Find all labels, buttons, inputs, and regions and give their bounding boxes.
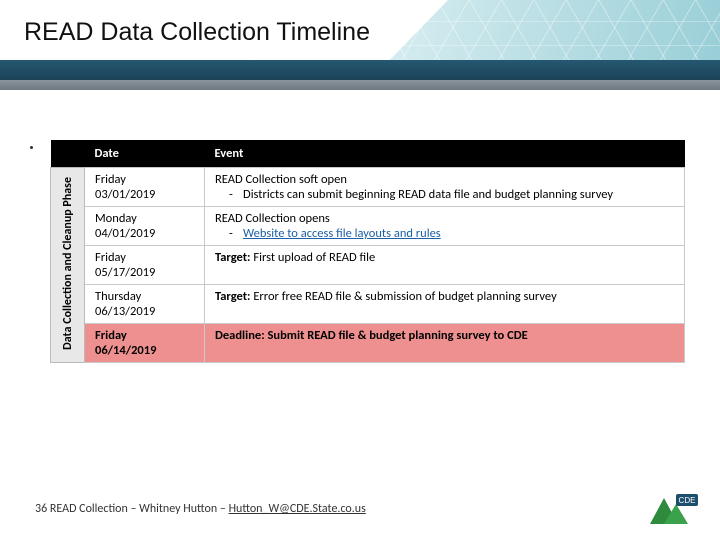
event-cell: Target: First upload of READ file <box>205 246 685 285</box>
deadline-text: Submit READ file & budget planning surve… <box>265 328 528 343</box>
table-row: Thursday 06/13/2019 Target: Error free R… <box>51 285 685 324</box>
row-day: Friday <box>95 172 194 187</box>
date-cell: Thursday 06/13/2019 <box>85 285 205 324</box>
table-header-row: Date Event <box>51 140 685 168</box>
timeline-container: Date Event Data Collection and Cleanup P… <box>50 140 688 363</box>
timeline-table: Date Event Data Collection and Cleanup P… <box>50 140 685 363</box>
table-row: Monday 04/01/2019 READ Collection opens … <box>51 207 685 246</box>
target-text: First upload of READ file <box>251 250 376 265</box>
cde-badge-text: CDE <box>679 496 696 505</box>
phase-label: Data Collection and Cleanup Phase <box>59 169 77 358</box>
event-cell: Deadline: Submit READ file & budget plan… <box>205 324 685 363</box>
col-event: Event <box>205 140 685 168</box>
file-layouts-link[interactable]: Website to access file layouts and rules <box>243 226 441 241</box>
header-bar-dark <box>0 60 720 80</box>
header-bar-gray <box>0 80 720 90</box>
page-title: READ Data Collection Timeline <box>24 18 370 47</box>
col-date: Date <box>85 140 205 168</box>
row-date: 03/01/2019 <box>95 187 194 202</box>
row-day: Thursday <box>95 289 194 304</box>
row-date: 06/14/2019 <box>95 343 194 358</box>
row-day: Friday <box>95 250 194 265</box>
deadline-label: Deadline: <box>215 328 265 343</box>
row-date: 06/13/2019 <box>95 304 194 319</box>
event-subline: Website to access file layouts and rules <box>215 226 674 241</box>
date-cell: Friday 05/17/2019 <box>85 246 205 285</box>
table-row-deadline: Friday 06/14/2019 Deadline: Submit READ … <box>51 324 685 363</box>
mountain-icon: CDE <box>642 490 700 528</box>
footer-author: READ Collection – Whitney Hutton – <box>47 502 228 516</box>
page-number: 36 <box>35 502 47 516</box>
date-cell: Friday 06/14/2019 <box>85 324 205 363</box>
target-label: Target: <box>215 250 251 265</box>
footer-email-link[interactable]: Hutton_W@CDE.State.co.us <box>229 502 366 516</box>
event-cell: Target: Error free READ file & submissio… <box>205 285 685 324</box>
event-subline: Districts can submit beginning READ data… <box>215 187 674 202</box>
target-label: Target: <box>215 289 251 304</box>
row-date: 04/01/2019 <box>95 226 194 241</box>
phase-cell: Data Collection and Cleanup Phase <box>51 168 85 363</box>
row-date: 05/17/2019 <box>95 265 194 280</box>
phase-header-spacer <box>51 140 85 168</box>
bullet-dot <box>30 146 33 149</box>
cde-logo: CDE <box>642 490 700 528</box>
row-day: Friday <box>95 328 194 343</box>
date-cell: Friday 03/01/2019 <box>85 168 205 207</box>
event-cell: READ Collection soft open Districts can … <box>205 168 685 207</box>
footer: 36 READ Collection – Whitney Hutton – Hu… <box>35 494 700 524</box>
event-headline: READ Collection opens <box>215 211 330 226</box>
footer-text: 36 READ Collection – Whitney Hutton – Hu… <box>35 502 366 516</box>
date-cell: Monday 04/01/2019 <box>85 207 205 246</box>
event-headline: READ Collection soft open <box>215 172 347 187</box>
row-day: Monday <box>95 211 194 226</box>
event-cell: READ Collection opens Website to access … <box>205 207 685 246</box>
table-row: Friday 05/17/2019 Target: First upload o… <box>51 246 685 285</box>
target-text: Error free READ file & submission of bud… <box>251 289 557 304</box>
table-row: Data Collection and Cleanup Phase Friday… <box>51 168 685 207</box>
